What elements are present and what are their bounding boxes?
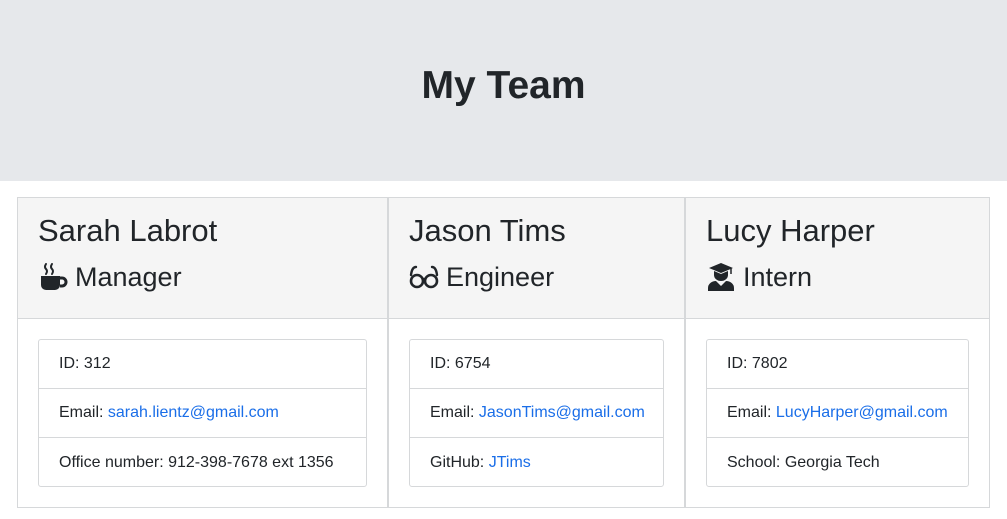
office-number-label: Office number: — [59, 453, 164, 471]
email-label: Email: — [59, 404, 104, 421]
employee-role-label: Engineer — [446, 261, 555, 292]
list-item-email: Email: JasonTims@gmail.com — [410, 389, 663, 438]
employee-name: Jason Tims — [409, 213, 566, 248]
id-label: ID: — [430, 355, 451, 372]
school-value: Georgia Tech — [784, 453, 880, 471]
card-header: Lucy Harper Intern — [686, 198, 989, 319]
list-item-id: ID: 7802 — [707, 340, 968, 389]
id-value: 312 — [83, 355, 111, 372]
graduate-icon — [706, 262, 736, 292]
id-label: ID: — [59, 355, 80, 372]
email-link[interactable]: JasonTims@gmail.com — [479, 404, 645, 422]
coffee-mug-icon — [38, 262, 68, 292]
github-label: GitHub: — [430, 453, 485, 471]
list-item-school: School: Georgia Tech — [707, 438, 968, 487]
list-item-office-number: Office number: 912-398-7678 ext 1356 — [39, 438, 366, 487]
email-link[interactable]: sarah.lientz@gmail.com — [108, 404, 279, 422]
list-item-id: ID: 6754 — [410, 340, 663, 389]
employee-card-manager: Sarah Labrot Manager ID: 312 Email: sara… — [17, 197, 388, 508]
employee-name: Lucy Harper — [706, 213, 875, 248]
id-value: 7802 — [751, 355, 788, 372]
id-label: ID: — [727, 355, 748, 372]
employee-role: Intern — [706, 260, 812, 294]
page-header: My Team — [0, 0, 1007, 181]
list-item-github: GitHub: JTims — [410, 438, 663, 487]
employee-details-list: ID: 6754 Email: JasonTims@gmail.com GitH… — [409, 339, 664, 487]
email-link[interactable]: LucyHarper@gmail.com — [776, 404, 948, 422]
employee-role: Manager — [38, 260, 182, 294]
email-label: Email: — [727, 404, 772, 421]
employee-role-label: Manager — [75, 261, 182, 292]
employee-role-label: Intern — [743, 261, 813, 292]
github-link[interactable]: JTims — [489, 454, 531, 472]
employee-details-list: ID: 312 Email: sarah.lientz@gmail.com Of… — [38, 339, 367, 487]
card-header: Jason Tims Engineer — [389, 198, 684, 319]
list-item-email: Email: LucyHarper@gmail.com — [707, 389, 968, 438]
email-label: Email: — [430, 404, 475, 421]
employee-role: Engineer — [409, 260, 554, 294]
employee-name: Sarah Labrot — [38, 213, 218, 248]
list-item-email: Email: sarah.lientz@gmail.com — [39, 389, 366, 438]
page-title: My Team — [421, 64, 586, 107]
employee-details-list: ID: 7802 Email: LucyHarper@gmail.com Sch… — [706, 339, 969, 487]
glasses-icon — [409, 262, 439, 292]
office-number-value: 912-398-7678 ext 1356 — [168, 453, 334, 471]
list-item-id: ID: 312 — [39, 340, 366, 389]
school-label: School: — [727, 453, 781, 471]
card-header: Sarah Labrot Manager — [18, 198, 387, 319]
id-value: 6754 — [454, 355, 491, 372]
employee-card-engineer: Jason Tims Engineer ID: 6754 Email: Jaso… — [388, 197, 685, 508]
employee-card-intern: Lucy Harper Intern ID: 7802 Email: LucyH… — [685, 197, 990, 508]
